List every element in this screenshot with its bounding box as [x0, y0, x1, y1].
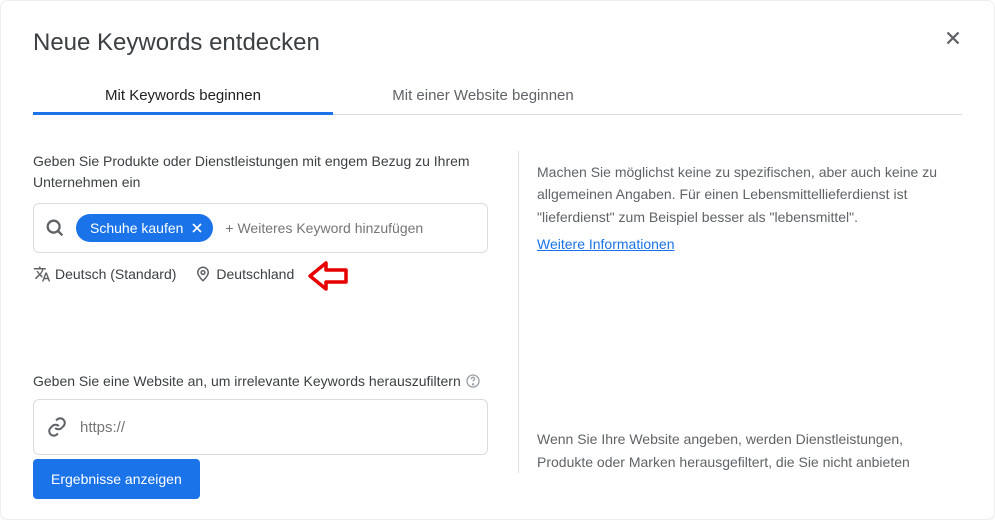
- website-input-box[interactable]: [33, 399, 488, 455]
- website-filter-label: Geben Sie eine Website an, um irrelevant…: [33, 373, 461, 389]
- add-keyword-input[interactable]: [223, 219, 477, 237]
- chip-label: Schuhe kaufen: [90, 220, 183, 236]
- website-help-text: Wenn Sie Ihre Website angeben, werden Di…: [537, 428, 962, 473]
- location-value: Deutschland: [216, 266, 294, 282]
- keyword-input-box[interactable]: Schuhe kaufen: [33, 203, 488, 253]
- page-title: Neue Keywords entdecken: [33, 29, 962, 57]
- website-url-input[interactable]: [78, 418, 475, 437]
- annotation-arrow-icon: [308, 259, 350, 293]
- language-selector[interactable]: Deutsch (Standard): [33, 265, 176, 283]
- keyword-chip[interactable]: Schuhe kaufen: [76, 214, 213, 242]
- chip-remove-icon[interactable]: [189, 220, 205, 236]
- products-label: Geben Sie Produkte oder Dienstleistungen…: [33, 151, 488, 193]
- tab-keywords[interactable]: Mit Keywords beginnen: [33, 77, 333, 114]
- show-results-button[interactable]: Ergebnisse anzeigen: [33, 459, 200, 499]
- more-info-link[interactable]: Weitere Informationen: [537, 236, 674, 252]
- search-icon: [44, 217, 66, 239]
- translate-icon: [33, 265, 51, 283]
- location-icon: [194, 265, 212, 283]
- close-icon: [942, 27, 964, 49]
- dialog: Neue Keywords entdecken Mit Keywords beg…: [0, 0, 995, 520]
- tab-website[interactable]: Mit einer Website beginnen: [333, 77, 633, 114]
- link-icon: [46, 416, 68, 438]
- help-icon[interactable]: [465, 373, 481, 389]
- close-button[interactable]: [942, 27, 964, 54]
- language-value: Deutsch (Standard): [55, 266, 176, 282]
- location-selector[interactable]: Deutschland: [194, 265, 294, 283]
- tabs: Mit Keywords beginnen Mit einer Website …: [33, 77, 962, 115]
- keywords-help-text: Machen Sie möglichst keine zu spezifisch…: [537, 161, 962, 228]
